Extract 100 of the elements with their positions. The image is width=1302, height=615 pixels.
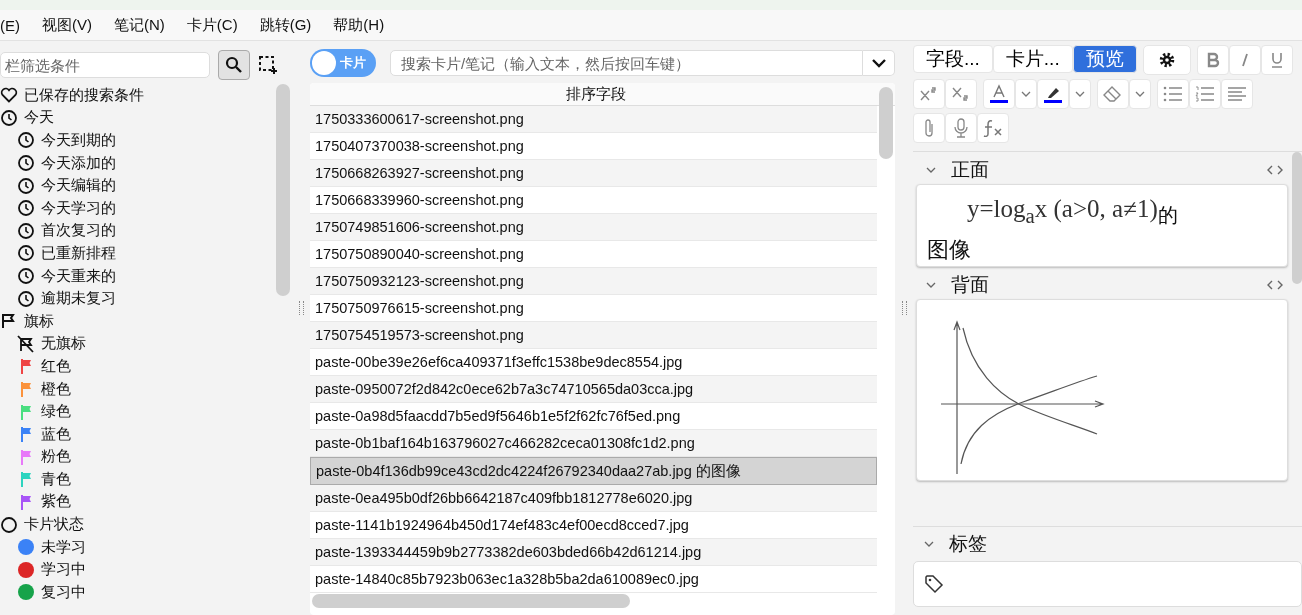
menu-item[interactable]: 笔记(N): [114, 15, 165, 35]
scrollbar-thumb[interactable]: [1292, 152, 1302, 284]
sidebar-item[interactable]: 今天重来的: [0, 264, 292, 288]
html-editor-icon[interactable]: [1266, 164, 1284, 176]
bold-icon: [1205, 52, 1220, 68]
circle-icon: [0, 515, 18, 534]
table-row[interactable]: 1750754519573-screenshot.png: [310, 322, 877, 349]
search-icon: [225, 56, 243, 74]
sidebar-item[interactable]: 橙色: [0, 377, 292, 401]
subscript-button[interactable]: [945, 79, 977, 109]
search-field[interactable]: 搜索卡片/笔记（输入文本，然后按回车键）: [390, 50, 863, 76]
html-editor-icon[interactable]: [1266, 279, 1284, 291]
table-row[interactable]: paste-0ea495b0df26bb6642187c409fbb1812778e6020.jpg: [310, 485, 877, 512]
sidebar-item[interactable]: 无旗标: [0, 332, 292, 356]
menu-item[interactable]: 视图(V): [42, 15, 92, 35]
sidebar-item[interactable]: 未学习: [0, 535, 292, 559]
clock-icon: [17, 221, 35, 240]
sidebar-item[interactable]: 首次复习的: [0, 219, 292, 243]
mode-tab[interactable]: 卡片...: [992, 45, 1073, 73]
table-row[interactable]: paste-1393344459b9b2773382de603bded66b42d61214.jpg: [310, 539, 877, 566]
menu-item[interactable]: (E): [0, 16, 20, 34]
table-row[interactable]: 1750333600617-screenshot.png: [310, 106, 877, 133]
sidebar-item[interactable]: 今天到期的: [0, 129, 292, 152]
heart-icon: [0, 86, 18, 105]
table-row[interactable]: paste-0b4f136db99ce43cd2dc4224f26792340daa27ab.jpg 的图像: [310, 457, 877, 485]
sidebar-item[interactable]: 旗标: [0, 309, 292, 333]
attach-button[interactable]: [913, 113, 945, 143]
clock-icon: [17, 244, 35, 263]
table-row[interactable]: 1750749851606-screenshot.png: [310, 214, 877, 241]
table-row[interactable]: paste-0b1baf164b163796027c466282ceca01308fc1d2.png: [310, 430, 877, 457]
sidebar-item[interactable]: 红色: [0, 355, 292, 378]
eraser-button[interactable]: [1097, 79, 1129, 109]
chevron-down-icon: [1021, 91, 1031, 97]
tags-field[interactable]: [913, 561, 1302, 607]
field-text: 的: [1157, 203, 1178, 228]
sidebar-item[interactable]: 逾期未复习: [0, 287, 292, 310]
text-color-button[interactable]: [983, 79, 1015, 109]
scrollbar-thumb[interactable]: [312, 594, 630, 608]
settings-button[interactable]: [1142, 45, 1191, 75]
clock-icon: [17, 289, 35, 308]
sidebar-item[interactable]: 已重新排程: [0, 242, 292, 265]
field-text: 图像: [927, 236, 972, 264]
microphone-icon: [953, 118, 969, 138]
sidebar-item[interactable]: 已保存的搜索条件: [0, 84, 292, 107]
clock-icon: [17, 199, 35, 218]
sidebar-item[interactable]: 今天编辑的: [0, 174, 292, 197]
underline-button[interactable]: [1260, 45, 1293, 75]
table-row[interactable]: paste-0950072f2d842c0ece62b7a3c74710565da03cca.jpg: [310, 376, 877, 403]
bullet-list-icon: [1163, 86, 1183, 102]
table-row[interactable]: 1750668263927-screenshot.png: [310, 160, 877, 187]
flag-off-icon: [17, 334, 35, 353]
scrollbar-thumb[interactable]: [276, 84, 290, 296]
search-button[interactable]: [218, 50, 250, 80]
menu-item[interactable]: 卡片(C): [186, 15, 238, 35]
paperclip-icon: [922, 118, 936, 138]
sidebar-item[interactable]: 今天学习的: [0, 196, 292, 220]
splitter-handle[interactable]: [298, 301, 304, 315]
collapse-chevron-icon[interactable]: [925, 281, 937, 289]
mode-tab[interactable]: 预览: [1072, 45, 1137, 73]
numbered-list-button[interactable]: [1189, 79, 1221, 109]
underline-icon: [1269, 51, 1284, 69]
sidebar-item[interactable]: 青色: [0, 468, 292, 491]
superscript-icon: [919, 86, 939, 102]
sidebar-item[interactable]: 学习中: [0, 558, 292, 582]
dropdown-button[interactable]: [863, 50, 895, 76]
superscript-button[interactable]: [913, 79, 945, 109]
sidebar-filter-field[interactable]: 栏筛选条件: [0, 52, 210, 78]
chevron-down-icon: [1135, 91, 1145, 97]
italic-button[interactable]: [1228, 45, 1261, 75]
mode-tab[interactable]: 字段...: [913, 45, 993, 73]
clock-icon: [0, 108, 18, 127]
menu-item[interactable]: 跳转(G): [259, 15, 312, 35]
formula-button[interactable]: [977, 113, 1009, 143]
splitter-handle[interactable]: [901, 301, 907, 315]
settings-icon: [1157, 51, 1176, 69]
collapse-chevron-icon[interactable]: [925, 166, 937, 174]
collapse-chevron-icon[interactable]: [923, 540, 935, 548]
numbered-list-icon: [1195, 86, 1215, 102]
sidebar-item[interactable]: 今天: [0, 106, 292, 130]
align-button[interactable]: [1221, 79, 1253, 109]
sidebar-item[interactable]: 紫色: [0, 490, 292, 514]
field-editor[interactable]: [916, 299, 1288, 481]
sidebar-item[interactable]: 复习中: [0, 581, 292, 604]
sidebar-item[interactable]: 蓝色: [0, 422, 292, 446]
bold-button[interactable]: [1196, 45, 1229, 75]
select-area-icon[interactable]: [258, 55, 278, 75]
sidebar-item[interactable]: 绿色: [0, 400, 292, 423]
table-row[interactable]: 1750750932123-screenshot.png: [310, 268, 877, 295]
field-name: 背面: [951, 273, 989, 297]
chevron-down-icon: [870, 58, 887, 68]
highlight-button[interactable]: [1037, 79, 1069, 109]
sidebar-item[interactable]: 粉色: [0, 445, 292, 469]
record-button[interactable]: [945, 113, 977, 143]
column-header[interactable]: 排序字段: [310, 83, 895, 106]
sidebar-item[interactable]: 今天添加的: [0, 151, 292, 175]
sidebar-item[interactable]: 卡片状态: [0, 513, 292, 536]
clock-icon: [17, 267, 35, 286]
scrollbar-thumb[interactable]: [879, 87, 893, 159]
chevron-down-icon: [1075, 91, 1085, 97]
menu-item[interactable]: 帮助(H): [333, 15, 385, 35]
